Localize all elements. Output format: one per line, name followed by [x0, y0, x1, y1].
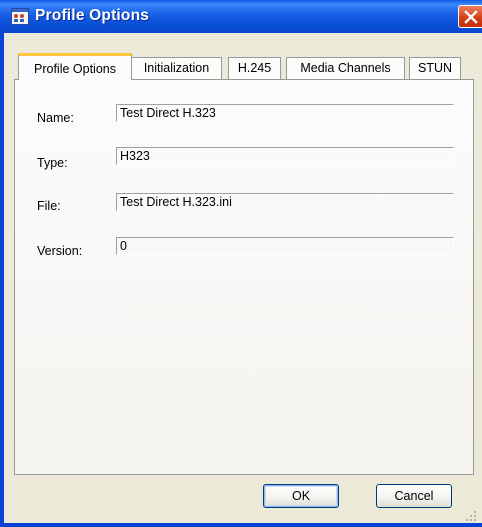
tab-h245[interactable]: H.245	[228, 57, 281, 79]
dialog-client-area: Profile Options Initialization H.245 Med…	[4, 33, 482, 523]
tab-profile-options[interactable]: Profile Options	[18, 53, 132, 80]
type-label: Type:	[37, 156, 68, 170]
file-label: File:	[37, 199, 61, 213]
tab-media-channels[interactable]: Media Channels	[286, 57, 405, 79]
name-field[interactable]: Test Direct H.323	[116, 104, 454, 122]
dialog-window: Profile Options Profile Options Initiali…	[0, 0, 482, 527]
title-bar[interactable]: Profile Options	[0, 0, 482, 33]
resize-grip-icon[interactable]	[464, 509, 478, 523]
tab-label: H.245	[237, 61, 272, 75]
version-field[interactable]: 0	[116, 237, 454, 255]
tab-stun[interactable]: STUN	[409, 57, 461, 79]
window-bottom-border	[0, 523, 482, 527]
cancel-button[interactable]: Cancel	[376, 484, 452, 508]
tab-label: Profile Options	[34, 62, 116, 76]
file-field[interactable]: Test Direct H.323.ini	[116, 193, 454, 211]
close-button[interactable]	[458, 5, 482, 28]
ok-button[interactable]: OK	[263, 484, 339, 508]
tab-label: Initialization	[143, 61, 210, 75]
window-title: Profile Options	[35, 7, 150, 24]
tab-label: Media Channels	[300, 61, 391, 75]
close-icon	[464, 10, 478, 24]
name-label: Name:	[37, 111, 74, 125]
profile-options-panel	[14, 79, 474, 475]
type-field[interactable]: H323	[116, 147, 454, 165]
tab-label: STUN	[417, 61, 453, 75]
profile-app-icon	[11, 8, 29, 25]
version-label: Version:	[37, 244, 83, 258]
tab-initialization[interactable]: Initialization	[131, 57, 222, 79]
